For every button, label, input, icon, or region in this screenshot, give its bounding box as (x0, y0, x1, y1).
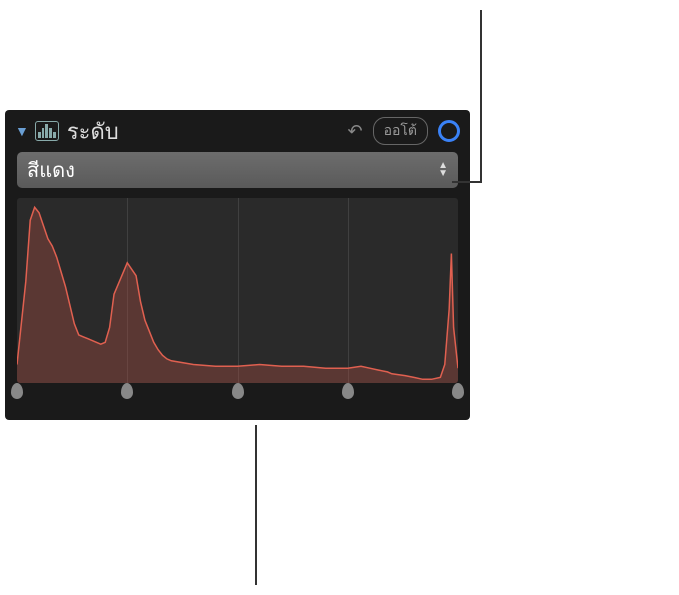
callout-line (480, 10, 482, 181)
histogram-background (17, 198, 458, 383)
levels-panel: ▼ ระดับ ↶ ออโต้ สีแดง ▲ ▼ (5, 110, 470, 420)
dropdown-arrows-icon: ▲ ▼ (438, 162, 448, 178)
levels-slider-handle[interactable] (11, 383, 23, 399)
histogram (17, 198, 458, 383)
histogram-chart (17, 198, 458, 383)
disclosure-triangle-icon[interactable]: ▼ (15, 123, 29, 139)
undo-icon[interactable]: ↶ (347, 121, 362, 142)
channel-dropdown[interactable]: สีแดง ▲ ▼ (17, 152, 458, 188)
panel-title: ระดับ (67, 114, 119, 149)
levels-slider-handle[interactable] (121, 383, 133, 399)
panel-header: ▼ ระดับ ↶ ออโต้ (5, 110, 470, 152)
enable-toggle[interactable] (438, 120, 460, 142)
levels-slider-handle[interactable] (232, 383, 244, 399)
auto-button[interactable]: ออโต้ (373, 117, 428, 145)
header-actions: ↶ ออโต้ (347, 117, 460, 145)
levels-slider-track (17, 387, 458, 407)
callout-line (255, 425, 257, 585)
levels-icon (35, 121, 59, 141)
dropdown-selected-label: สีแดง (27, 154, 75, 186)
levels-slider-handle[interactable] (452, 383, 464, 399)
callout-line (452, 181, 482, 183)
levels-slider-handle[interactable] (342, 383, 354, 399)
